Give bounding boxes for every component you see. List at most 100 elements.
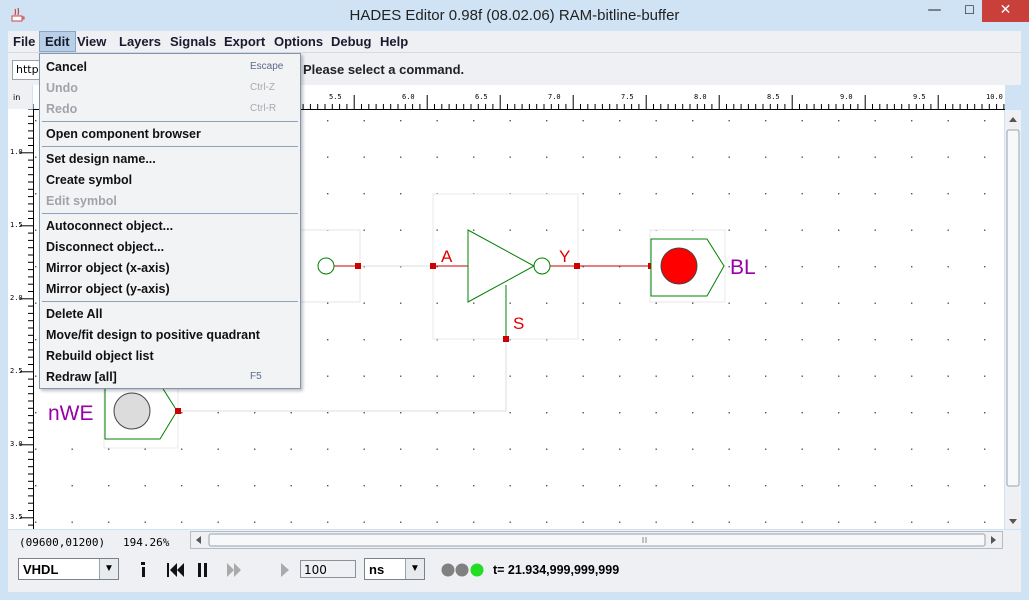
scroll-up-icon[interactable]: [1009, 117, 1017, 122]
vertical-scrollbar[interactable]: [1005, 110, 1021, 529]
menu-options[interactable]: Options: [269, 31, 328, 52]
menu-item-redraw-all[interactable]: Redraw [all] F5: [40, 366, 300, 387]
menu-separator: [42, 146, 298, 147]
edit-dropdown-menu: Cancel Escape Undo Ctrl-Z Redo Ctrl-R Open com…: [39, 53, 301, 389]
menu-item-label: Edit symbol: [46, 194, 117, 208]
maximize-button[interactable]: ☐: [957, 0, 982, 22]
menu-item-set-design-name[interactable]: Set design name...: [40, 148, 300, 169]
menu-item-label: Disconnect object...: [46, 240, 165, 254]
nwe-switch-indicator[interactable]: [113, 392, 151, 430]
menu-item-move-fit-design-to-positive-quadrant[interactable]: Move/fit design to positive quadrant: [40, 324, 300, 345]
simulation-time: t= 21.934,999,999,999: [493, 563, 620, 577]
time-unit-value: ns: [369, 562, 385, 577]
pin-nwe[interactable]: [175, 408, 181, 414]
pin-s[interactable]: [503, 336, 509, 342]
menu-item-edit-symbol: Edit symbol: [40, 190, 300, 211]
vertical-ruler: 1.0 1.5 2.0 2.5 3.0 3.5: [8, 108, 34, 529]
menu-item-label: Redo: [46, 102, 78, 116]
menu-edit[interactable]: Edit: [39, 31, 76, 52]
menu-debug[interactable]: Debug: [326, 31, 376, 52]
menu-item-open-component-browser[interactable]: Open component browser: [40, 123, 300, 144]
vertical-scroll-thumb[interactable]: [1006, 129, 1020, 487]
step-icon[interactable]: [278, 561, 292, 579]
menu-view[interactable]: View: [72, 31, 111, 52]
pin-a[interactable]: [430, 263, 436, 269]
status-message: Please select a command.: [303, 62, 465, 77]
horizontal-scroll-thumb[interactable]: [208, 533, 986, 547]
window-title: HADES Editor 0.98f (08.02.06) RAM-bitlin…: [349, 7, 680, 24]
scroll-right-icon[interactable]: [991, 536, 996, 544]
menu-item-label: Redraw [all]: [46, 370, 117, 384]
menu-bar: File Edit View Layers Signals Export Opt…: [8, 31, 1021, 53]
scroll-left-icon[interactable]: [196, 536, 201, 544]
menu-signals[interactable]: Signals: [165, 31, 221, 52]
menu-separator: [42, 213, 298, 214]
ruler-label: 2.5: [10, 367, 23, 375]
menu-item-redo: Redo Ctrl-R: [40, 98, 300, 119]
info-icon[interactable]: [141, 562, 145, 577]
label-nwe: nWE: [48, 402, 94, 425]
menu-item-label: Create symbol: [46, 173, 133, 187]
vertical-ruler-ticks: 1.0 1.5 2.0 2.5 3.0 3.5: [10, 108, 33, 526]
time-input[interactable]: 100: [300, 560, 356, 578]
bl-led-indicator: [660, 247, 698, 285]
ruler-corner: in: [8, 85, 32, 109]
menu-item-accelerator: Ctrl-R: [250, 103, 277, 114]
scroll-down-icon[interactable]: [1009, 519, 1017, 524]
buffer-bubble: [533, 257, 551, 275]
menu-file[interactable]: File: [8, 31, 40, 52]
title-bar: HADES Editor 0.98f (08.02.06) RAM-bitlin…: [0, 0, 1029, 31]
menu-item-create-symbol[interactable]: Create symbol: [40, 169, 300, 190]
menu-item-label: Autoconnect object...: [46, 219, 174, 233]
chevron-down-icon[interactable]: ▼: [405, 559, 424, 579]
partial-gate-bubble: [317, 257, 335, 275]
partial-gate-pin[interactable]: [355, 263, 361, 269]
menu-item-cancel[interactable]: Cancel Escape: [40, 56, 300, 77]
menu-item-label: Undo: [46, 81, 78, 95]
ruler-label: 10.0: [986, 93, 1003, 101]
ruler-label: 5.5: [329, 93, 342, 101]
status-light-green: [470, 563, 484, 577]
ruler-label: 1.5: [10, 221, 23, 229]
menu-item-label: Set design name...: [46, 152, 156, 166]
horizontal-scrollbar[interactable]: [190, 531, 1003, 549]
status-light-gray-2: [455, 563, 469, 577]
url-field[interactable]: http:: [12, 60, 41, 80]
menu-item-accelerator: Escape: [250, 61, 284, 72]
menu-item-mirror-object-y-axis[interactable]: Mirror object (y-axis): [40, 278, 300, 299]
ruler-label: 9.0: [840, 93, 853, 101]
close-button[interactable]: ✕: [982, 0, 1029, 22]
menu-layers[interactable]: Layers: [114, 31, 166, 52]
label-a: A: [441, 247, 453, 266]
chevron-down-icon[interactable]: ▼: [99, 559, 118, 579]
ruler-label: 2.0: [10, 294, 23, 302]
menu-item-disconnect-object[interactable]: Disconnect object...: [40, 236, 300, 257]
menu-help[interactable]: Help: [375, 31, 413, 52]
menu-item-rebuild-object-list[interactable]: Rebuild object list: [40, 345, 300, 366]
cursor-coordinates: (09600,01200): [19, 536, 106, 549]
time-unit-select[interactable]: ns ▼: [364, 558, 425, 580]
ruler-label: 9.5: [913, 93, 926, 101]
ruler-label: 3.0: [10, 440, 23, 448]
language-select[interactable]: VHDL ▼: [18, 558, 119, 580]
menu-separator: [42, 301, 298, 302]
minimize-button[interactable]: —: [912, 0, 957, 22]
fast-forward-icon[interactable]: [227, 563, 241, 577]
pin-y[interactable]: [574, 263, 580, 269]
sim-status-lights: [441, 563, 484, 577]
menu-item-autoconnect-object[interactable]: Autoconnect object...: [40, 215, 300, 236]
menu-item-mirror-object-x-axis[interactable]: Mirror object (x-axis): [40, 257, 300, 278]
rewind-icon[interactable]: [167, 563, 184, 577]
buffer-triangle[interactable]: [467, 229, 536, 303]
menu-item-label: Mirror object (x-axis): [46, 261, 170, 275]
menu-item-label: Mirror object (y-axis): [46, 282, 170, 296]
ruler-label: 1.0: [10, 148, 23, 156]
zoom-level: 194.26%: [123, 536, 170, 549]
menu-item-delete-all[interactable]: Delete All: [40, 303, 300, 324]
menu-export[interactable]: Export: [219, 31, 270, 52]
ruler-unit: in: [13, 93, 21, 102]
ruler-label: 6.5: [475, 93, 488, 101]
pause-icon[interactable]: [198, 563, 207, 577]
ruler-label: 7.0: [548, 93, 561, 101]
menu-item-label: Delete All: [46, 307, 103, 321]
